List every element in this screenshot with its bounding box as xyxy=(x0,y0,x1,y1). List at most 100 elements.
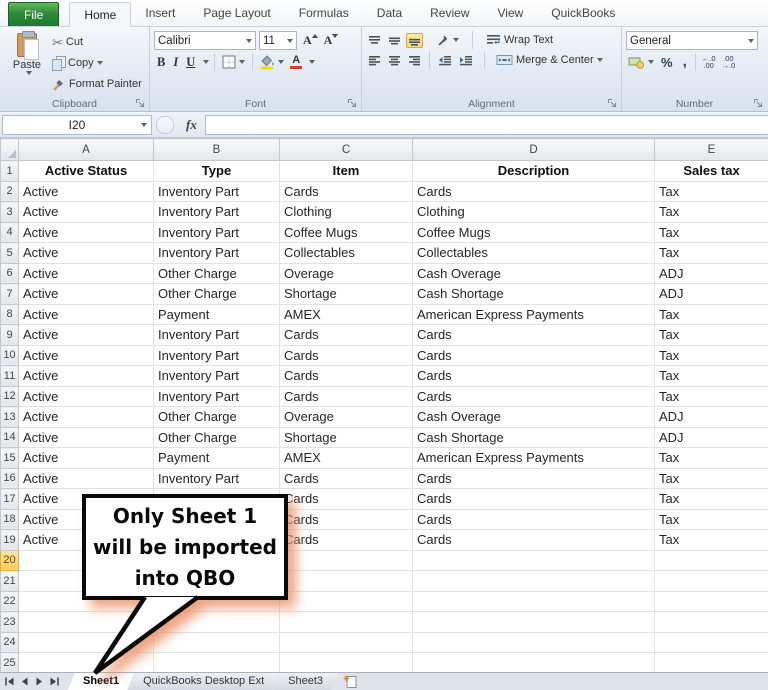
cell-C9[interactable]: Cards xyxy=(279,324,413,346)
align-center-button[interactable] xyxy=(386,53,403,68)
copy-button[interactable]: Copy xyxy=(50,54,144,72)
cell-D4[interactable]: Coffee Mugs xyxy=(412,221,655,243)
row-header-23[interactable]: 23 xyxy=(0,611,19,633)
row-header-3[interactable]: 3 xyxy=(0,201,19,223)
cell-A13[interactable]: Active xyxy=(18,406,154,428)
row-header-13[interactable]: 13 xyxy=(0,406,19,428)
cell-C21[interactable] xyxy=(279,570,413,592)
fill-color-button[interactable] xyxy=(258,54,286,71)
cell-E19[interactable]: Tax xyxy=(654,529,768,551)
row-header-11[interactable]: 11 xyxy=(0,365,19,387)
alignment-dialog-launcher-icon[interactable] xyxy=(607,98,618,109)
accounting-format-button[interactable] xyxy=(626,55,656,70)
cell-D23[interactable] xyxy=(412,611,655,633)
decrease-indent-button[interactable] xyxy=(436,53,454,68)
cell-B2[interactable]: Inventory Part xyxy=(153,180,280,202)
cell-B14[interactable]: Other Charge xyxy=(153,426,280,448)
last-sheet-button[interactable] xyxy=(49,676,60,687)
cell-A17[interactable]: Active xyxy=(18,488,154,510)
dropdown-arrow-icon[interactable] xyxy=(309,60,316,64)
formula-input[interactable] xyxy=(204,114,768,135)
cell-A10[interactable]: Active xyxy=(18,344,154,366)
cell-A6[interactable]: Active xyxy=(18,262,154,284)
ribbon-tab-home[interactable]: Home xyxy=(69,2,132,27)
cell-C15[interactable]: AMEX xyxy=(279,447,413,469)
cell-C16[interactable]: Cards xyxy=(279,467,413,489)
cell-D12[interactable]: Cards xyxy=(412,385,655,407)
ribbon-tab-page-layout[interactable]: Page Layout xyxy=(189,1,284,26)
cell-A2[interactable]: Active xyxy=(18,180,154,202)
cell-D15[interactable]: American Express Payments xyxy=(412,447,655,469)
cell-C6[interactable]: Overage xyxy=(279,262,413,284)
decrease-decimal-button[interactable]: .00 →.0 xyxy=(719,54,739,70)
cell-E7[interactable]: ADJ xyxy=(654,283,768,305)
row-header-8[interactable]: 8 xyxy=(0,303,19,325)
cell-A19[interactable]: Active xyxy=(18,529,154,551)
cell-E17[interactable]: Tax xyxy=(654,488,768,510)
cell-A23[interactable] xyxy=(18,611,154,633)
cell-D9[interactable]: Cards xyxy=(412,324,655,346)
cell-D21[interactable] xyxy=(412,570,655,592)
bold-button[interactable]: B xyxy=(154,55,168,70)
column-header-E[interactable]: E xyxy=(654,138,768,161)
cell-B9[interactable]: Inventory Part xyxy=(153,324,280,346)
cell-A20[interactable] xyxy=(18,549,154,571)
row-header-15[interactable]: 15 xyxy=(0,447,19,469)
cell-E11[interactable]: Tax xyxy=(654,365,768,387)
cell-B1[interactable]: Type xyxy=(153,160,280,182)
cell-E13[interactable]: ADJ xyxy=(654,406,768,428)
cell-C20[interactable] xyxy=(279,549,413,571)
font-dialog-launcher-icon[interactable] xyxy=(347,98,358,109)
cell-A12[interactable]: Active xyxy=(18,385,154,407)
cell-D18[interactable]: Cards xyxy=(412,508,655,530)
row-header-24[interactable]: 24 xyxy=(0,631,19,653)
cell-C19[interactable]: Cards xyxy=(279,529,413,551)
cell-D2[interactable]: Cards xyxy=(412,180,655,202)
font-size-combobox[interactable]: 11 xyxy=(259,31,297,50)
row-header-17[interactable]: 17 xyxy=(0,488,19,510)
wrap-text-button[interactable]: Wrap Text xyxy=(484,33,555,47)
row-header-4[interactable]: 4 xyxy=(0,221,19,243)
row-header-7[interactable]: 7 xyxy=(0,283,19,305)
cell-E1[interactable]: Sales tax xyxy=(654,160,768,182)
increase-indent-button[interactable] xyxy=(457,53,475,68)
cell-A4[interactable]: Active xyxy=(18,221,154,243)
cell-A15[interactable]: Active xyxy=(18,447,154,469)
cell-B5[interactable]: Inventory Part xyxy=(153,242,280,264)
increase-decimal-button[interactable]: ←.0.00 xyxy=(699,54,719,70)
cell-E10[interactable]: Tax xyxy=(654,344,768,366)
cell-B4[interactable]: Inventory Part xyxy=(153,221,280,243)
row-header-5[interactable]: 5 xyxy=(0,242,19,264)
cell-B22[interactable] xyxy=(153,590,280,612)
cell-D3[interactable]: Clothing xyxy=(412,201,655,223)
cell-B13[interactable]: Other Charge xyxy=(153,406,280,428)
cell-D24[interactable] xyxy=(412,631,655,653)
align-left-button[interactable] xyxy=(366,53,383,68)
cell-C2[interactable]: Cards xyxy=(279,180,413,202)
align-bottom-button[interactable] xyxy=(406,32,423,48)
cell-A3[interactable]: Active xyxy=(18,201,154,223)
cell-D13[interactable]: Cash Overage xyxy=(412,406,655,428)
cell-D19[interactable]: Cards xyxy=(412,529,655,551)
cell-E9[interactable]: Tax xyxy=(654,324,768,346)
sheet-tab-sheet3[interactable]: Sheet3 xyxy=(273,673,338,690)
ribbon-tab-view[interactable]: View xyxy=(484,1,538,26)
cell-E22[interactable] xyxy=(654,590,768,612)
cell-C12[interactable]: Cards xyxy=(279,385,413,407)
borders-button[interactable] xyxy=(220,54,247,70)
cell-C7[interactable]: Shortage xyxy=(279,283,413,305)
cell-E4[interactable]: Tax xyxy=(654,221,768,243)
cell-E14[interactable]: ADJ xyxy=(654,426,768,448)
cell-D11[interactable]: Cards xyxy=(412,365,655,387)
column-header-D[interactable]: D xyxy=(412,138,655,161)
cell-A8[interactable]: Active xyxy=(18,303,154,325)
cell-D14[interactable]: Cash Shortage xyxy=(412,426,655,448)
select-all-corner[interactable] xyxy=(0,138,19,161)
cell-A7[interactable]: Active xyxy=(18,283,154,305)
cell-B20[interactable] xyxy=(153,549,280,571)
row-header-25[interactable]: 25 xyxy=(0,652,19,673)
cell-B19[interactable] xyxy=(153,529,280,551)
cell-B24[interactable] xyxy=(153,631,280,653)
cell-A14[interactable]: Active xyxy=(18,426,154,448)
cell-C1[interactable]: Item xyxy=(279,160,413,182)
